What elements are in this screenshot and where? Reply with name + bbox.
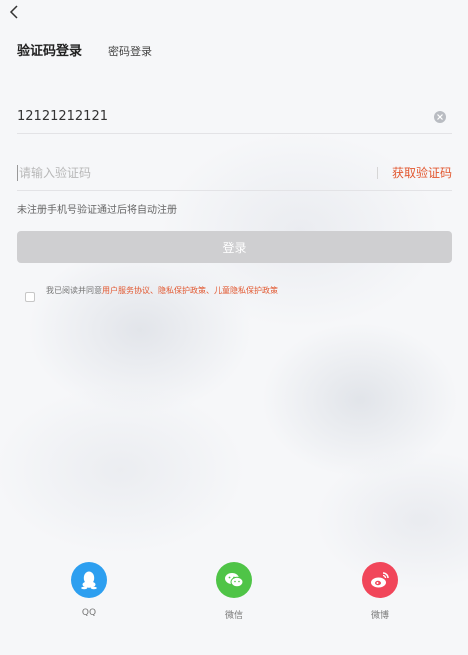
phone-field[interactable]: 12121212121 — [17, 100, 452, 134]
login-tabs: 验证码登录 密码登录 — [17, 40, 152, 59]
privacy-policy-link[interactable]: 隐私保护政策 — [158, 286, 206, 295]
child-privacy-policy-link[interactable]: 儿童隐私保护政策 — [214, 286, 278, 295]
phone-value[interactable]: 12121212121 — [17, 109, 434, 124]
weibo-login-button[interactable]: 微博 — [350, 562, 410, 621]
get-code-button[interactable]: 获取验证码 — [392, 164, 452, 181]
verification-code-input[interactable] — [17, 164, 377, 181]
wechat-icon — [216, 562, 252, 598]
user-agreement-link[interactable]: 用户服务协议 — [102, 286, 150, 295]
agreement-separator: 、 — [206, 285, 214, 295]
close-icon — [437, 113, 443, 120]
tab-password-login[interactable]: 密码登录 — [108, 43, 152, 59]
tab-sms-login[interactable]: 验证码登录 — [17, 40, 82, 59]
agreement-text: 我已阅读并同意用户服务协议、隐私保护政策、儿童隐私保护政策 — [46, 285, 278, 296]
divider — [376, 166, 378, 179]
clear-button[interactable] — [434, 110, 446, 123]
qq-login-button[interactable]: QQ — [59, 562, 119, 618]
wechat-login-button[interactable]: 微信 — [204, 562, 264, 621]
qq-label: QQ — [81, 608, 97, 618]
login-button[interactable]: 登录 — [17, 231, 452, 263]
agreement-prefix: 我已阅读并同意 — [46, 285, 102, 295]
weibo-label: 微博 — [370, 611, 389, 621]
agreement-row: 我已阅读并同意用户服务协议、隐私保护政策、儿童隐私保护政策 — [25, 278, 278, 302]
back-button[interactable] — [4, 2, 24, 22]
chevron-left-icon — [9, 5, 18, 19]
verification-code-row: 获取验证码 — [17, 155, 452, 191]
auto-register-hint: 未注册手机号验证通过后将自动注册 — [17, 205, 177, 216]
wechat-label: 微信 — [224, 611, 243, 621]
weibo-icon — [362, 562, 398, 598]
agreement-separator: 、 — [150, 285, 158, 295]
qq-icon — [71, 562, 107, 598]
agree-checkbox[interactable] — [25, 292, 35, 302]
